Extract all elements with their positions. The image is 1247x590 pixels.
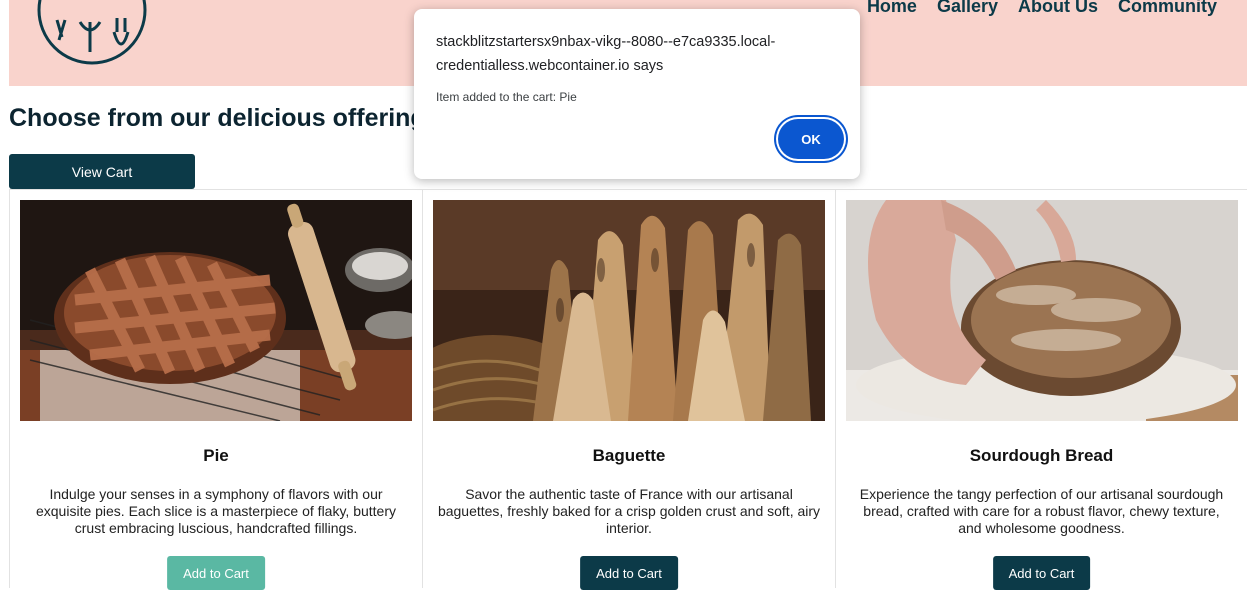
product-card-baguette: Baguette Savor the authentic taste of Fr… xyxy=(422,189,835,590)
nav-item-home[interactable]: Home xyxy=(867,0,917,17)
sourdough-image xyxy=(846,200,1238,421)
view-cart-button[interactable]: View Cart xyxy=(9,154,195,189)
product-description: Indulge your senses in a symphony of fla… xyxy=(35,486,396,536)
dialog-origin-text: stackblitzstartersx9nbax-vikg--8080--e7c… xyxy=(436,34,776,74)
page-title: Choose from our delicious offerings xyxy=(9,104,440,132)
product-grid: Pie Indulge your senses in a symphony of… xyxy=(9,189,1247,590)
nav-item-about-us[interactable]: About Us xyxy=(1018,0,1098,17)
bakery-logo[interactable] xyxy=(35,0,149,66)
main-nav: Home Gallery About Us Community xyxy=(867,0,1217,17)
product-description: Experience the tangy perfection of our a… xyxy=(859,486,1224,536)
nav-item-gallery[interactable]: Gallery xyxy=(937,0,998,17)
nav-item-community[interactable]: Community xyxy=(1118,0,1217,17)
add-to-cart-button[interactable]: Add to Cart xyxy=(580,556,678,590)
add-to-cart-button[interactable]: Add to Cart xyxy=(167,556,265,590)
ok-button[interactable]: OK xyxy=(778,119,844,159)
product-title: Pie xyxy=(203,446,229,465)
product-title: Baguette xyxy=(592,446,666,465)
product-card-sourdough-bread: Sourdough Bread Experience the tangy per… xyxy=(835,189,1247,590)
pie-image xyxy=(20,200,412,421)
dialog-message: Item added to the cart: Pie xyxy=(436,90,577,104)
baguette-image xyxy=(433,200,825,421)
product-card-pie: Pie Indulge your senses in a symphony of… xyxy=(9,189,422,590)
product-description: Savor the authentic taste of France with… xyxy=(437,486,821,536)
alert-dialog: stackblitzstartersx9nbax-vikg--8080--e7c… xyxy=(414,9,860,179)
add-to-cart-button[interactable]: Add to Cart xyxy=(992,556,1091,590)
product-title: Sourdough Bread xyxy=(969,446,1114,465)
